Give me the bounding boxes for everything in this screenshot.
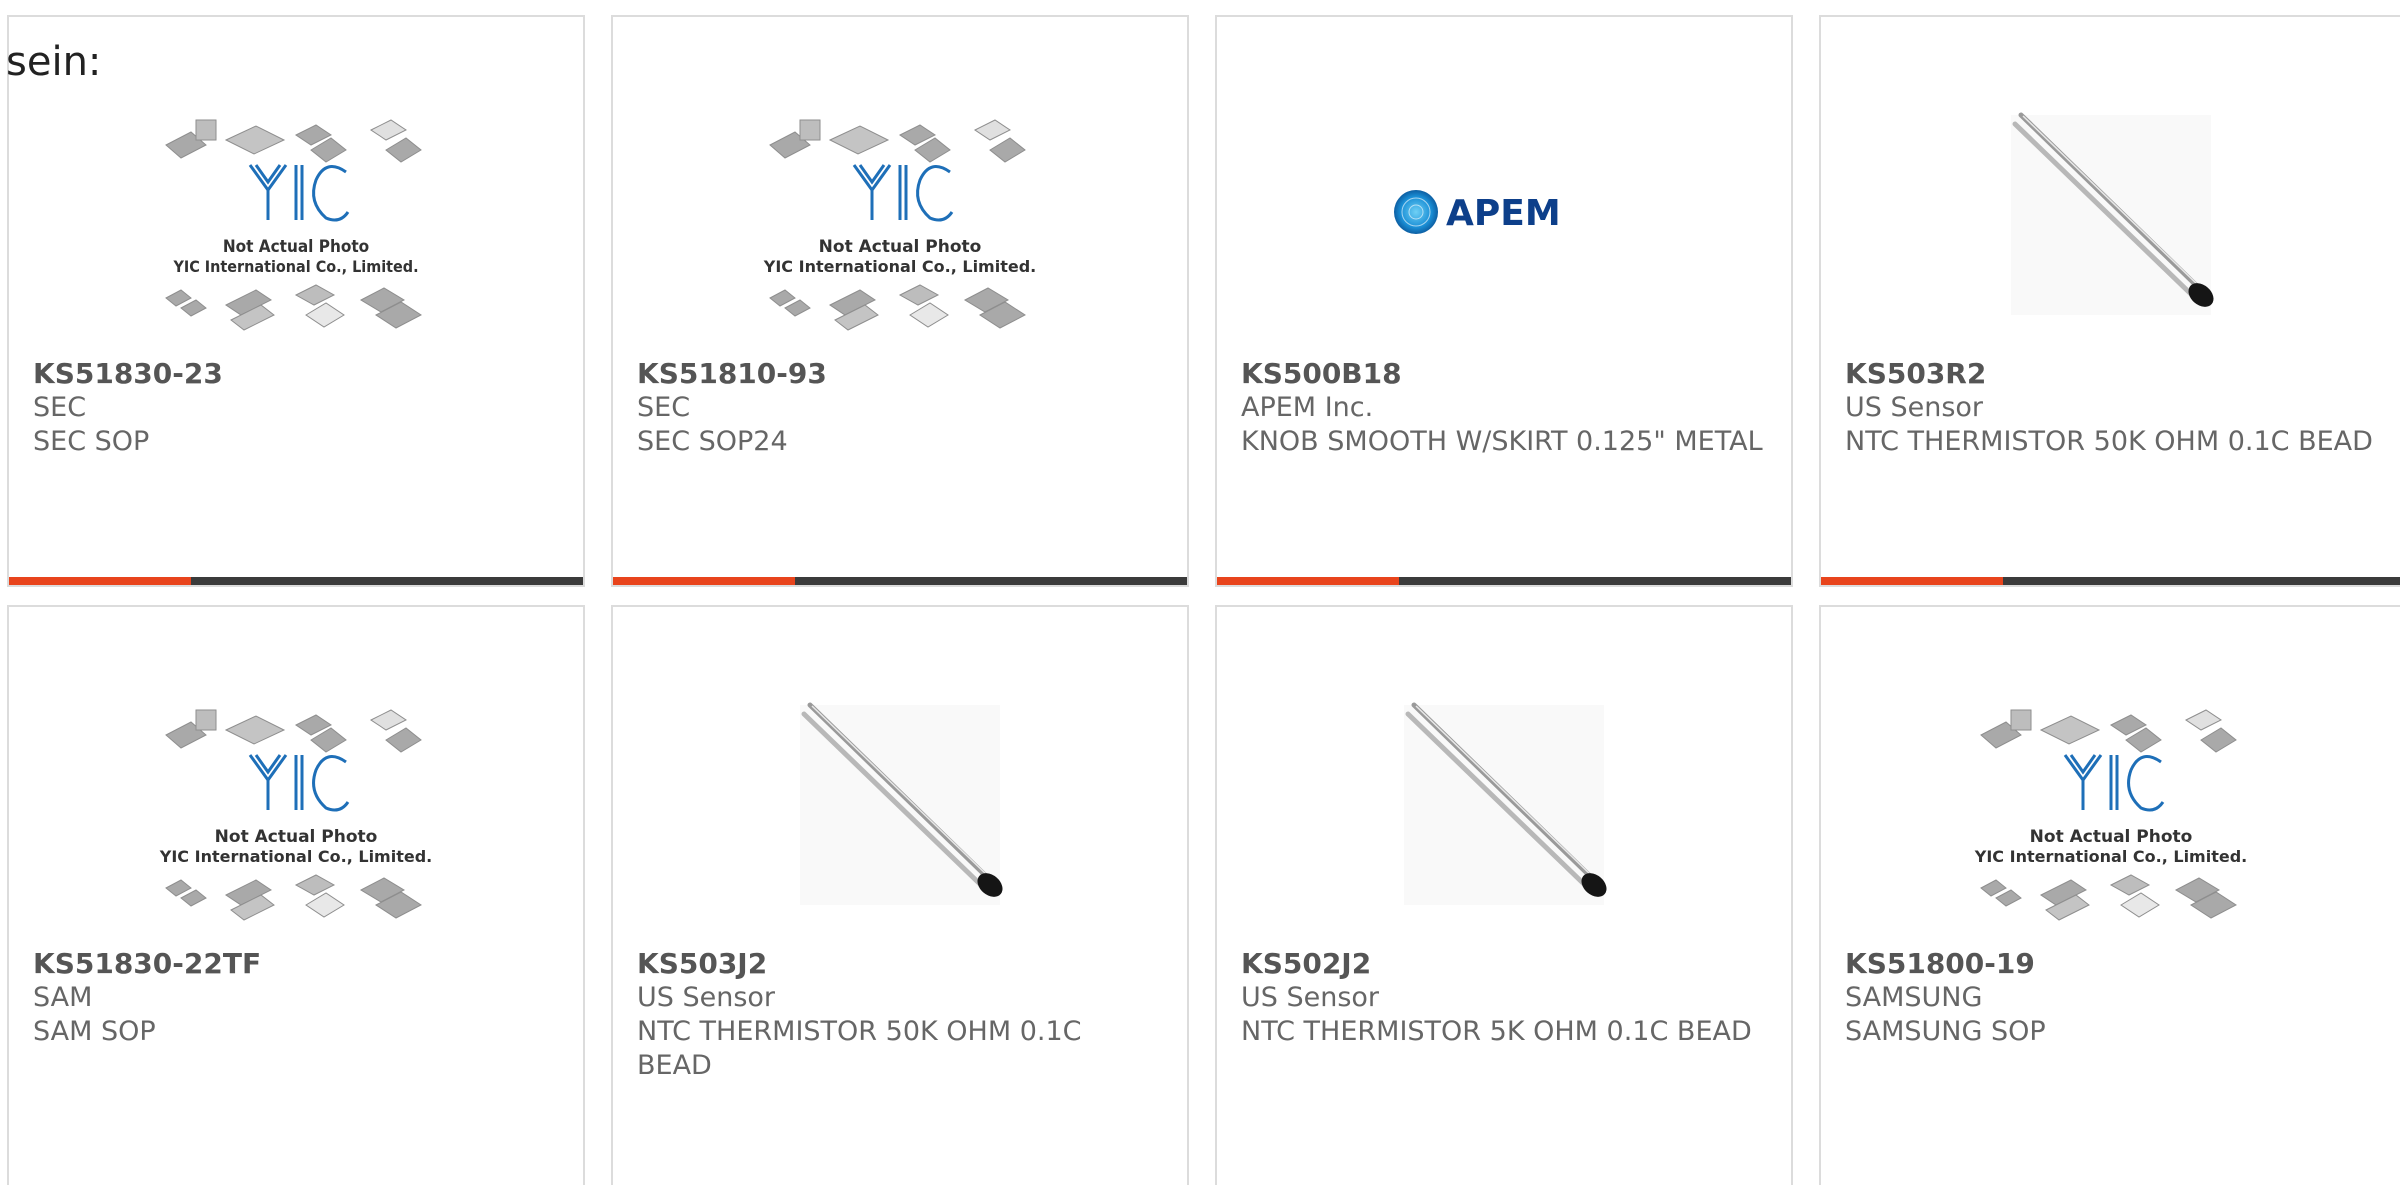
manufacturer: US Sensor	[1241, 982, 1380, 1013]
product-image[interactable]	[613, 655, 1187, 955]
product-image[interactable]	[1821, 65, 2400, 365]
yic-placeholder-image: Not Actual Photo YIC International Co., …	[165, 119, 422, 331]
part-number[interactable]: KS500B18	[1241, 357, 1767, 391]
image-caption-2: YIC International Co., Limited.	[159, 847, 432, 866]
yic-placeholder-image: Not Actual Photo YIC International Co., …	[159, 709, 432, 921]
part-number[interactable]: KS503J2	[637, 947, 1163, 981]
product-image[interactable]: Not Actual Photo YIC International Co., …	[9, 655, 583, 955]
product-card[interactable]: KS503J2 US Sensor NTC THERMISTOR 50K OHM…	[611, 605, 1189, 1185]
product-image[interactable]: Not Actual Photo YIC International Co., …	[9, 65, 583, 365]
apem-logo-text: APEM	[1446, 193, 1561, 234]
card-bottom-bar	[1821, 577, 2400, 585]
card-accent-bar	[1821, 577, 2003, 585]
apem-logo-image: APEM	[1394, 190, 1561, 234]
description: NTC THERMISTOR 50K OHM 0.1C BEAD	[1845, 426, 2373, 457]
manufacturer: US Sensor	[637, 982, 776, 1013]
manufacturer: APEM Inc.	[1241, 392, 1374, 423]
product-card[interactable]: Not Actual Photo YIC International Co., …	[611, 15, 1189, 587]
part-number[interactable]: KS502J2	[1241, 947, 1767, 981]
manufacturer: US Sensor	[1845, 392, 1984, 423]
manufacturer: SAM	[33, 982, 93, 1013]
card-accent-bar	[613, 577, 795, 585]
image-caption-1: Not Actual Photo	[223, 237, 369, 257]
product-card[interactable]: KS502J2 US Sensor NTC THERMISTOR 5K OHM …	[1215, 605, 1793, 1185]
card-bottom-bar	[613, 577, 1187, 585]
part-number[interactable]: KS51810-93	[637, 357, 1163, 391]
thermistor-image	[2010, 112, 2214, 315]
description: SEC SOP24	[637, 426, 788, 457]
part-number[interactable]: KS51830-22TF	[33, 947, 559, 981]
image-caption-2: YIC International Co., Limited.	[172, 257, 418, 276]
description: NTC THERMISTOR 50K OHM 0.1C BEAD	[637, 1016, 1082, 1081]
thermistor-image	[800, 702, 1003, 905]
product-card[interactable]: APEM KS500B18 APEM Inc. KNOB SMOOTH W/SK…	[1215, 15, 1793, 587]
product-image[interactable]: Not Actual Photo YIC International Co., …	[613, 65, 1187, 365]
manufacturer: SEC	[33, 392, 87, 423]
card-accent-bar	[9, 577, 191, 585]
part-number[interactable]: KS51830-23	[33, 357, 559, 391]
manufacturer: SEC	[637, 392, 691, 423]
card-bottom-bar	[9, 577, 583, 585]
thermistor-image	[1404, 702, 1607, 905]
product-card[interactable]: Not Actual Photo YIC International Co., …	[1819, 605, 2400, 1185]
description: KNOB SMOOTH W/SKIRT 0.125" METAL	[1241, 426, 1763, 457]
card-accent-bar	[1217, 577, 1399, 585]
part-number[interactable]: KS503R2	[1845, 357, 2376, 391]
product-image[interactable]: Not Actual Photo YIC International Co., …	[1821, 655, 2400, 955]
description: NTC THERMISTOR 5K OHM 0.1C BEAD	[1241, 1016, 1752, 1047]
yic-placeholder-image: Not Actual Photo YIC International Co., …	[1973, 709, 2247, 921]
product-card[interactable]: Not Actual Photo YIC International Co., …	[7, 605, 585, 1185]
intro-text: sein:	[6, 39, 102, 85]
product-card[interactable]: Not Actual Photo YIC International Co., …	[7, 15, 585, 587]
yic-placeholder-image: Not Actual Photo YIC International Co., …	[763, 119, 1036, 331]
image-caption-2: YIC International Co., Limited.	[763, 257, 1036, 276]
apem-globe-icon	[1394, 190, 1438, 234]
product-image[interactable]	[1217, 655, 1791, 955]
product-card[interactable]: KS503R2 US Sensor NTC THERMISTOR 50K OHM…	[1819, 15, 2400, 587]
description: SAM SOP	[33, 1016, 156, 1047]
image-caption-1: Not Actual Photo	[819, 237, 982, 257]
image-caption-1: Not Actual Photo	[2029, 827, 2192, 847]
image-caption-1: Not Actual Photo	[215, 827, 378, 847]
manufacturer: SAMSUNG	[1845, 982, 1983, 1013]
card-bottom-bar	[1217, 577, 1791, 585]
description: SAMSUNG SOP	[1845, 1016, 2046, 1047]
part-number[interactable]: KS51800-19	[1845, 947, 2376, 981]
description: SEC SOP	[33, 426, 150, 457]
product-image[interactable]: APEM	[1217, 65, 1791, 365]
image-caption-2: YIC International Co., Limited.	[1973, 847, 2246, 866]
